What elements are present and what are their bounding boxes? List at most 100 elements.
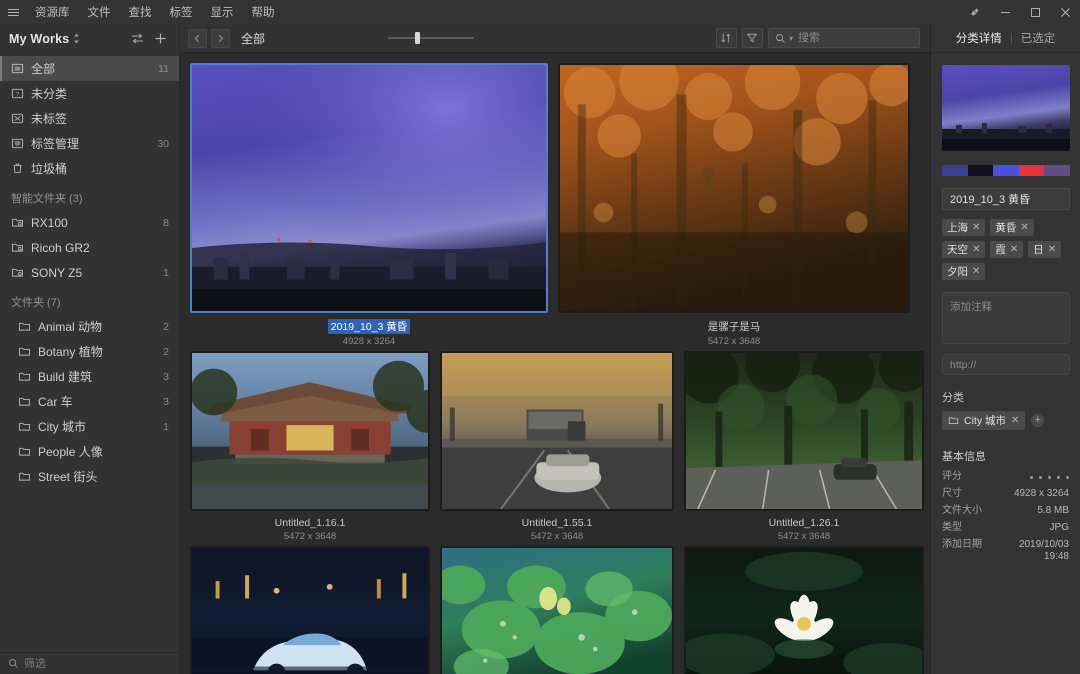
url-field[interactable]: http://: [942, 354, 1070, 375]
thumbnail-image[interactable]: [440, 546, 674, 674]
search-box[interactable]: ▾: [768, 28, 920, 48]
sidebar-item-tag-manager[interactable]: 标签管理 30: [0, 131, 179, 156]
sidebar-item-all[interactable]: 全部 11: [0, 56, 179, 81]
breadcrumb[interactable]: 全部: [241, 30, 265, 47]
menu-item-find[interactable]: 查找: [120, 0, 161, 24]
minimize-button[interactable]: [990, 0, 1020, 24]
tag-chip[interactable]: 日✕: [1028, 241, 1061, 258]
menu-item-help[interactable]: 帮助: [243, 0, 284, 24]
sidebar-item-ricoh-gr2[interactable]: Ricoh GR2: [0, 235, 179, 260]
info-value: JPG: [1050, 522, 1069, 534]
all-images-icon: [11, 62, 28, 75]
grid-item[interactable]: 是骡子是马 5472 x 3648: [558, 63, 910, 347]
library-switch-icon[interactable]: [73, 33, 80, 44]
sidebar-item-label: Build 建筑: [38, 368, 92, 385]
grid-item[interactable]: [190, 546, 430, 674]
grid-item[interactable]: [440, 546, 674, 674]
menu-item-view[interactable]: 显示: [202, 0, 243, 24]
swatch-5[interactable]: [1044, 165, 1070, 176]
sidebar-item-label: Car 车: [38, 393, 73, 410]
toolbar-right: ▾: [716, 28, 920, 48]
tab-selected[interactable]: 已选定: [1012, 30, 1065, 46]
sidebar-item-car[interactable]: Car 车 3: [0, 389, 179, 414]
sidebar-item-build[interactable]: Build 建筑 3: [0, 364, 179, 389]
sidebar-item-animal[interactable]: Animal 动物 2: [0, 314, 179, 339]
tag-chip[interactable]: 黄昏✕: [990, 219, 1033, 236]
sort-button[interactable]: [716, 28, 737, 48]
thumbnail-image[interactable]: [190, 546, 430, 674]
thumbnail-image[interactable]: [190, 351, 430, 511]
thumbnail-image[interactable]: [684, 546, 924, 674]
sidebar-item-uncategorized[interactable]: ? 未分类: [0, 81, 179, 106]
sidebar-item-botany[interactable]: Botany 植物 2: [0, 339, 179, 364]
thumbnail-image[interactable]: [684, 351, 924, 511]
library-name[interactable]: My Works: [9, 32, 69, 46]
sort-order-icon[interactable]: [131, 32, 144, 45]
remove-tag-icon[interactable]: ✕: [972, 244, 980, 255]
category-chip[interactable]: City 城市 ✕: [942, 411, 1025, 430]
tag-chip[interactable]: 上海✕: [942, 219, 985, 236]
photo-white-lotus: [686, 548, 922, 674]
sidebar-filter-input[interactable]: [24, 658, 171, 670]
tab-category-details[interactable]: 分类详情: [947, 30, 1011, 46]
folders-group-label[interactable]: 文件夹 (7): [0, 285, 179, 314]
maximize-button[interactable]: [1020, 0, 1050, 24]
grid-item[interactable]: 2019_10_3 黄昏 4928 x 3264: [190, 63, 548, 347]
tag-chip[interactable]: 天空✕: [942, 241, 985, 258]
hamburger-menu-icon[interactable]: [0, 0, 26, 24]
info-value: 4928 x 3264: [1014, 488, 1069, 500]
sidebar-item-count: 3: [163, 396, 169, 408]
sidebar-item-sony-z5[interactable]: SONY Z5 1: [0, 260, 179, 285]
trash-icon: [11, 162, 28, 175]
chevron-down-icon[interactable]: ▾: [789, 34, 793, 43]
close-button[interactable]: [1050, 0, 1080, 24]
grid-item[interactable]: Untitled_1.55.1 5472 x 3648: [440, 351, 674, 542]
color-swatches[interactable]: [942, 165, 1070, 176]
sidebar-item-trash[interactable]: 垃圾桶: [0, 156, 179, 181]
search-input[interactable]: [798, 32, 940, 44]
back-button[interactable]: [188, 29, 207, 48]
grid-item[interactable]: Untitled_1.26.1 5472 x 3648: [684, 351, 924, 542]
swatch-3[interactable]: [993, 165, 1019, 176]
remove-tag-icon[interactable]: ✕: [972, 266, 980, 277]
thumbnail-grid[interactable]: 2019_10_3 黄昏 4928 x 3264: [180, 53, 930, 674]
remove-tag-icon[interactable]: ✕: [972, 222, 980, 233]
forward-button[interactable]: [211, 29, 230, 48]
tag-chip[interactable]: 霞✕: [990, 241, 1023, 258]
filename-field[interactable]: 2019_10_3 黄昏: [942, 188, 1070, 210]
sidebar-item-rx100[interactable]: RX100 8: [0, 210, 179, 235]
menu-item-library[interactable]: 资源库: [26, 0, 79, 24]
pin-window-button[interactable]: [960, 0, 990, 24]
folder-icon: [18, 470, 35, 483]
thumbnail-size-slider[interactable]: [388, 37, 474, 39]
annotation-textarea[interactable]: 添加注释: [942, 292, 1070, 344]
remove-tag-icon[interactable]: ✕: [1048, 244, 1056, 255]
remove-tag-icon[interactable]: ✕: [1020, 222, 1028, 233]
grid-item[interactable]: [684, 546, 924, 674]
menu-item-tags[interactable]: 标签: [161, 0, 202, 24]
rating-stars[interactable]: [1030, 471, 1069, 483]
preview-thumbnail[interactable]: [942, 65, 1070, 151]
smart-folder-icon: [11, 241, 28, 254]
thumbnail-image[interactable]: [190, 63, 548, 313]
thumbnail-image[interactable]: [558, 63, 910, 313]
sidebar-item-people[interactable]: People 人像: [0, 439, 179, 464]
menu-item-file[interactable]: 文件: [79, 0, 120, 24]
swatch-2[interactable]: [968, 165, 994, 176]
add-category-icon[interactable]: +: [1031, 414, 1044, 427]
tag-chip[interactable]: 夕阳✕: [942, 263, 985, 280]
remove-category-icon[interactable]: ✕: [1011, 415, 1019, 426]
swatch-1[interactable]: [942, 165, 968, 176]
sidebar-item-city[interactable]: City 城市 1: [0, 414, 179, 439]
grid-item[interactable]: Untitled_1.16.1 5472 x 3648: [190, 351, 430, 542]
filter-button[interactable]: [742, 28, 763, 48]
smart-folders-group-label[interactable]: 智能文件夹 (3): [0, 181, 179, 210]
remove-tag-icon[interactable]: ✕: [1010, 244, 1018, 255]
sidebar-item-untagged[interactable]: 未标签: [0, 106, 179, 131]
sidebar-item-street[interactable]: Street 街头: [0, 464, 179, 489]
thumbnail-image[interactable]: [440, 351, 674, 511]
slider-knob[interactable]: [415, 32, 420, 44]
swatch-4[interactable]: [1019, 165, 1045, 176]
sidebar-filter-bar[interactable]: [0, 652, 179, 674]
add-folder-icon[interactable]: [154, 32, 167, 45]
